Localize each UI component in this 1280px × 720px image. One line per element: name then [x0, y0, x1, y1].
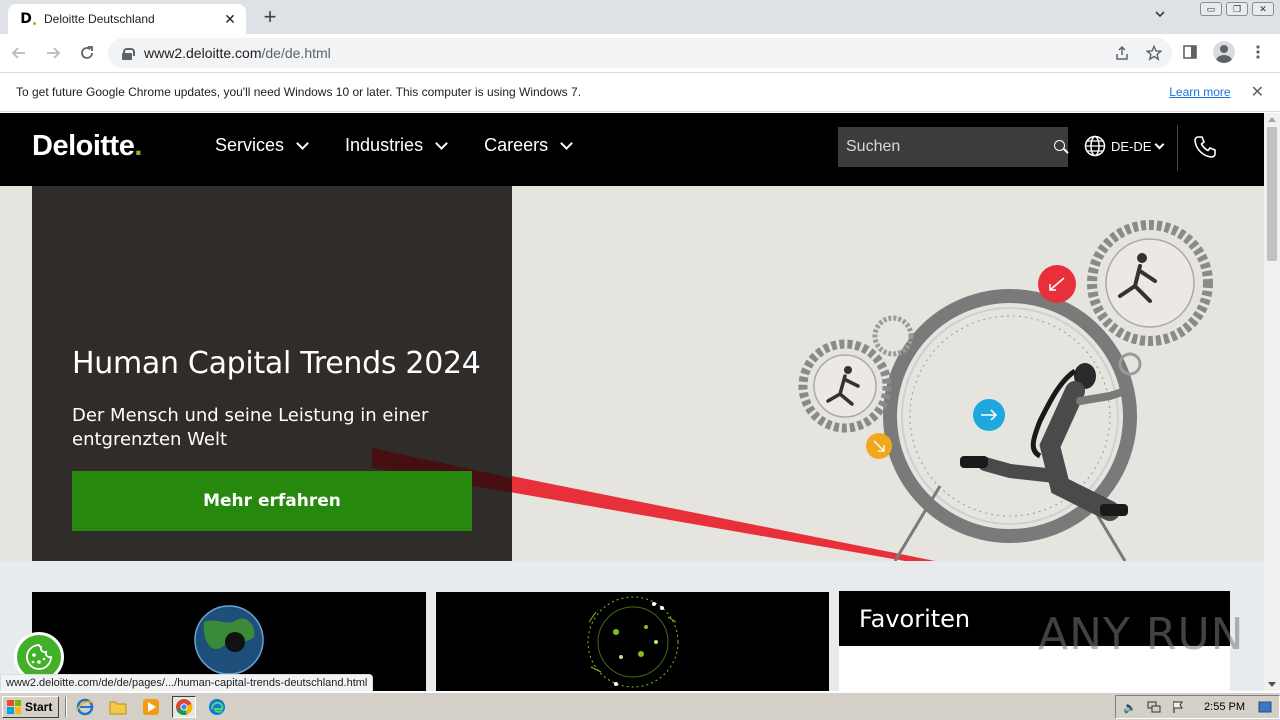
data-globe-image	[587, 596, 679, 688]
phone-icon[interactable]	[1192, 134, 1218, 160]
language-label: DE-DE	[1111, 138, 1152, 154]
cookie-icon	[26, 644, 52, 670]
address-bar[interactable]: www2.deloitte.com/de/de.html	[108, 38, 1172, 68]
forward-button[interactable]	[38, 38, 68, 68]
chevron-down-icon	[296, 136, 309, 150]
new-tab-button[interactable]: +	[258, 6, 282, 30]
site-header: Deloitte. Services Industries Careers DE…	[0, 113, 1264, 186]
nav-industries[interactable]: Industries	[345, 135, 448, 156]
forward-arrow-icon	[47, 47, 61, 59]
restore-button[interactable]: ❐	[1226, 2, 1248, 16]
update-infobar: To get future Google Chrome updates, you…	[0, 72, 1280, 112]
network-icon[interactable]	[1146, 699, 1162, 715]
page-scrollbar[interactable]	[1264, 113, 1280, 691]
tab-search-chevron-icon[interactable]	[1150, 8, 1170, 28]
hero-subtitle: Der Mensch und seine Leistung in einer e…	[72, 405, 429, 450]
globe-icon	[1084, 135, 1106, 157]
taskbar-clock[interactable]: 2:55 PM	[1204, 701, 1245, 713]
chrome-taskbar-icon[interactable]	[172, 695, 197, 718]
scroll-up-arrow-icon[interactable]	[1268, 117, 1276, 122]
header-divider	[1177, 125, 1178, 171]
hero-banner: Human Capital Trends 2024 Der Mensch und…	[0, 186, 1264, 561]
scrollbar-thumb[interactable]	[1267, 127, 1277, 261]
menu-kebab-icon[interactable]	[1244, 38, 1272, 66]
start-button[interactable]: Start	[2, 695, 60, 718]
teaser-card-globe-data[interactable]	[436, 592, 829, 691]
learn-more-link[interactable]: Learn more	[1169, 85, 1230, 99]
search-icon[interactable]	[1053, 139, 1065, 155]
chevron-down-icon	[1155, 139, 1165, 149]
page-viewport: Deloitte. Services Industries Careers DE…	[0, 113, 1264, 691]
nav-careers[interactable]: Careers	[484, 135, 573, 156]
reload-button[interactable]	[72, 38, 102, 68]
volume-icon[interactable]: 🔈	[1122, 699, 1138, 715]
action-center-flag-icon[interactable]	[1170, 699, 1186, 715]
infobar-message: To get future Google Chrome updates, you…	[16, 85, 582, 99]
taskbar-separator	[65, 696, 68, 717]
reload-icon	[81, 46, 93, 59]
side-panel-icon[interactable]	[1176, 38, 1204, 66]
chevron-down-icon	[560, 136, 573, 150]
anyrun-watermark: ANY RUN	[1038, 609, 1245, 660]
system-tray: 🔈 2:55 PM	[1115, 695, 1280, 719]
deloitte-logo[interactable]: Deloitte.	[32, 130, 142, 163]
profile-avatar-icon[interactable]	[1210, 38, 1238, 66]
tab-title: Deloitte Deutschland	[44, 12, 155, 26]
share-icon[interactable]	[1108, 39, 1136, 67]
toolbar-right	[1176, 38, 1272, 66]
internet-explorer-icon[interactable]	[73, 696, 97, 718]
windows-taskbar: Start 🔈 2:55 PM	[0, 692, 1280, 720]
url-text[interactable]: www2.deloitte.com/de/de.html	[144, 45, 1108, 61]
lock-icon[interactable]	[122, 47, 135, 60]
site-search-box[interactable]	[838, 127, 1068, 167]
deloitte-favicon-icon: D	[20, 11, 36, 27]
link-status-bar: www2.deloitte.com/de/de/pages/.../human-…	[0, 674, 374, 691]
site-search-input[interactable]	[846, 138, 1053, 156]
nav-services[interactable]: Services	[215, 135, 309, 156]
main-navigation: Services Industries Careers	[215, 135, 573, 156]
language-selector[interactable]: DE-DE	[1084, 135, 1165, 157]
minimize-button[interactable]: ▭	[1200, 2, 1222, 16]
scroll-down-arrow-icon[interactable]	[1268, 682, 1276, 687]
file-explorer-icon[interactable]	[106, 696, 130, 718]
bookmark-star-icon[interactable]	[1140, 39, 1168, 67]
browser-tab-strip: D Deloitte Deutschland ✕ + ▭ ❐ ✕	[0, 0, 1280, 34]
windows-logo-icon	[7, 699, 21, 714]
chevron-down-icon	[435, 136, 448, 150]
media-player-icon[interactable]	[139, 696, 163, 718]
back-button[interactable]	[4, 38, 34, 68]
edge-icon[interactable]	[205, 696, 229, 718]
hero-title: Human Capital Trends 2024	[72, 346, 481, 381]
close-window-button[interactable]: ✕	[1252, 2, 1274, 16]
mehr-erfahren-button[interactable]: Mehr erfahren	[72, 471, 472, 531]
infobar-close-icon[interactable]: ✕	[1251, 82, 1264, 102]
back-arrow-icon	[11, 47, 25, 59]
window-controls: ▭ ❐ ✕	[1200, 2, 1274, 16]
show-desktop-icon[interactable]	[1257, 699, 1273, 715]
browser-tab-active[interactable]: D Deloitte Deutschland ✕	[8, 4, 246, 34]
tab-close-icon[interactable]: ✕	[222, 11, 238, 28]
browser-toolbar: www2.deloitte.com/de/de.html	[0, 34, 1280, 72]
